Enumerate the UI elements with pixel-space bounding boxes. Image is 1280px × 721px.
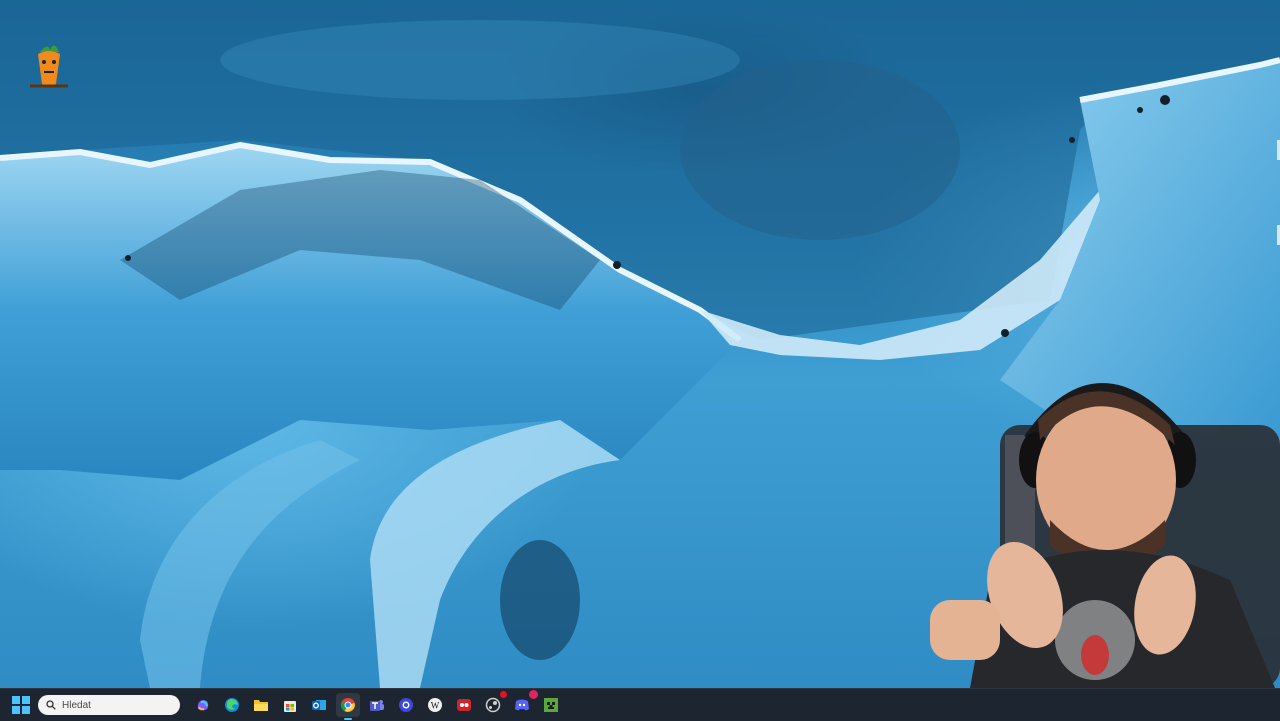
discord-icon[interactable] bbox=[510, 690, 538, 717]
blue-circle-app-icon[interactable] bbox=[394, 693, 418, 717]
copilot-icon[interactable] bbox=[191, 693, 215, 717]
search-icon bbox=[46, 700, 56, 710]
edge-browser-icon[interactable] bbox=[220, 693, 244, 717]
wikipedia-app-icon[interactable]: W bbox=[423, 693, 447, 717]
discord-badge bbox=[528, 690, 538, 699]
file-explorer-icon[interactable] bbox=[249, 693, 273, 717]
steam-like-icon[interactable] bbox=[481, 691, 507, 717]
notification-dot bbox=[499, 691, 507, 698]
red-app-icon[interactable] bbox=[452, 693, 476, 717]
streamer-webcam-overlay bbox=[930, 383, 1280, 688]
chrome-browser-icon[interactable] bbox=[335, 693, 360, 720]
desktop-wallpaper bbox=[0, 0, 1280, 688]
teams-icon[interactable] bbox=[365, 693, 389, 717]
microsoft-store-icon[interactable] bbox=[278, 693, 302, 717]
minecraft-icon[interactable] bbox=[539, 693, 563, 717]
search-box[interactable]: Hledat bbox=[38, 695, 180, 715]
taskbar: Hledat W bbox=[0, 688, 1280, 721]
svg-text:W: W bbox=[430, 701, 439, 711]
carrot-mascot-icon[interactable] bbox=[26, 40, 72, 90]
windows-start-icon[interactable] bbox=[12, 696, 30, 714]
search-placeholder: Hledat bbox=[62, 699, 91, 711]
outlook-icon[interactable] bbox=[307, 693, 331, 717]
